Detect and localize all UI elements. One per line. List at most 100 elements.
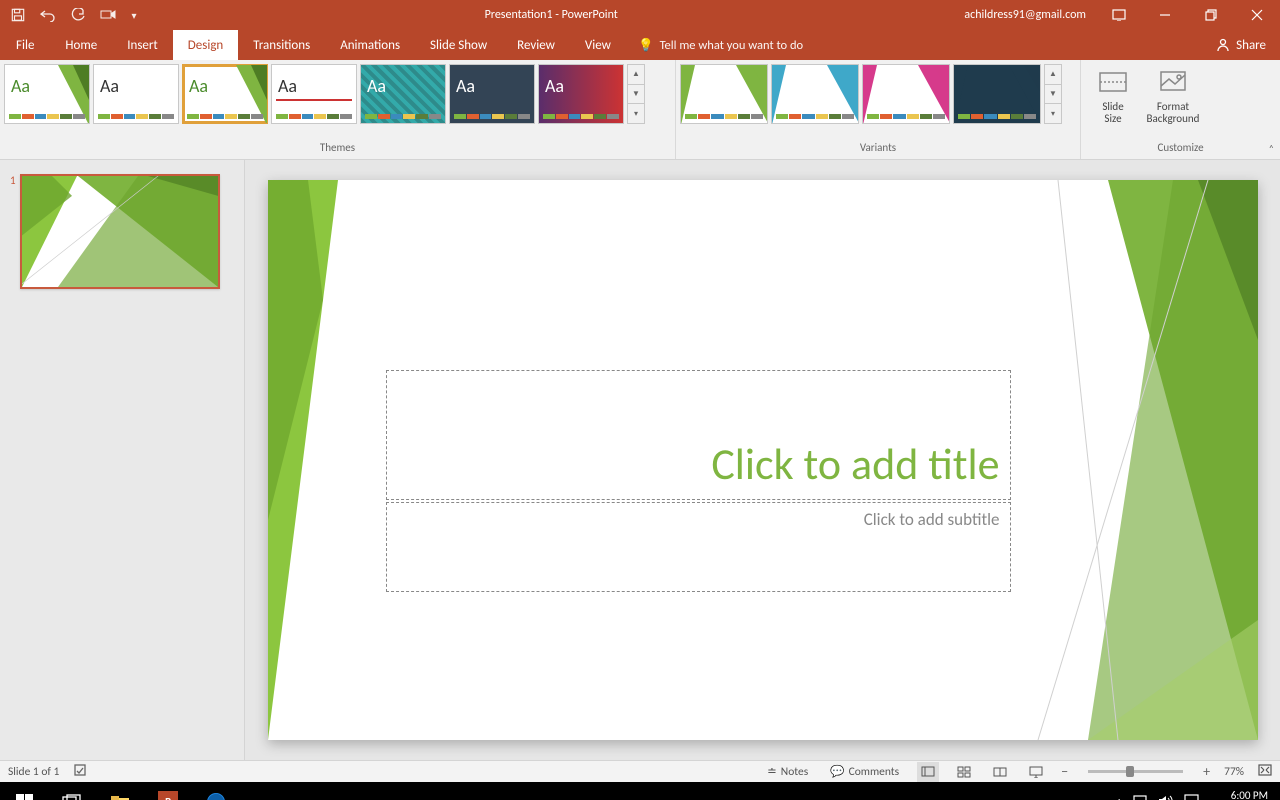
start-from-beginning-icon[interactable] [98, 5, 118, 25]
tab-review[interactable]: Review [502, 30, 570, 60]
thumbnail-1[interactable] [20, 174, 220, 289]
maximize-icon[interactable] [1188, 0, 1234, 30]
gallery-up-icon[interactable]: ▲ [1045, 65, 1061, 85]
variants-group-label: Variants [680, 141, 1076, 157]
thumbnail-1-wrap[interactable]: 1 [10, 174, 234, 289]
reading-view-icon[interactable] [989, 762, 1011, 782]
facet-deco-right [998, 180, 1258, 740]
facet-deco-left [268, 180, 388, 740]
notes-icon: ≐ [767, 764, 777, 779]
gallery-up-icon[interactable]: ▲ [628, 65, 644, 85]
theme-thumbnail[interactable]: Aa [182, 64, 268, 124]
themes-gallery-spinner[interactable]: ▲ ▼ ▾ [627, 64, 645, 124]
gallery-down-icon[interactable]: ▼ [1045, 85, 1061, 105]
zoom-slider[interactable] [1088, 770, 1183, 773]
gallery-more-icon[interactable]: ▾ [1045, 104, 1061, 123]
task-view-icon[interactable] [48, 782, 96, 800]
tab-file[interactable]: File [0, 30, 50, 60]
tab-transitions[interactable]: Transitions [238, 30, 325, 60]
title-right: achildress91@gmail.com [954, 0, 1280, 30]
tab-view[interactable]: View [570, 30, 626, 60]
theme-thumbnail[interactable]: Aa [360, 64, 446, 124]
facet-deco-right [20, 176, 218, 287]
tell-me-search[interactable]: 💡 Tell me what you want to do [626, 30, 815, 60]
variants-gallery [680, 64, 1041, 124]
subtitle-placeholder-text: Click to add subtitle [864, 509, 1000, 585]
system-tray: ˄ 6:00 PM 11/12/2016 [1117, 789, 1280, 800]
tray-overflow-icon[interactable]: ˄ [1117, 796, 1122, 800]
slide-sorter-view-icon[interactable] [953, 762, 975, 782]
lightbulb-icon: 💡 [638, 38, 654, 53]
subtitle-placeholder[interactable]: Click to add subtitle [386, 502, 1011, 592]
collapse-ribbon-icon[interactable]: ˄ [1269, 142, 1274, 155]
variants-gallery-spinner[interactable]: ▲ ▼ ▾ [1044, 64, 1062, 124]
account-name[interactable]: achildress91@gmail.com [954, 8, 1096, 22]
tell-me-label: Tell me what you want to do [660, 38, 804, 53]
theme-thumbnail[interactable]: Aa [93, 64, 179, 124]
format-background-label: Format Background [1147, 101, 1200, 125]
format-background-button[interactable]: Format Background [1143, 64, 1203, 125]
tab-insert[interactable]: Insert [112, 30, 173, 60]
normal-view-icon[interactable] [917, 762, 939, 782]
tab-design[interactable]: Design [173, 30, 238, 60]
status-bar: Slide 1 of 1 ≐ Notes 💬 Comments − + 77% [0, 760, 1280, 782]
volume-icon[interactable] [1158, 794, 1174, 800]
file-explorer-icon[interactable] [96, 782, 144, 800]
zoom-value[interactable]: 77% [1224, 765, 1244, 779]
notes-button[interactable]: ≐ Notes [763, 764, 812, 779]
slideshow-view-icon[interactable] [1025, 762, 1047, 782]
variant-thumbnail[interactable] [680, 64, 768, 124]
slide-count: Slide 1 of 1 [8, 765, 59, 779]
theme-thumbnail[interactable]: Aa [449, 64, 535, 124]
customize-group-label: Customize [1085, 141, 1276, 157]
themes-group-label: Themes [4, 141, 671, 157]
qat-customize-icon[interactable]: ▾ [128, 5, 140, 25]
theme-thumbnail[interactable]: Aa [271, 64, 357, 124]
variant-thumbnail[interactable] [862, 64, 950, 124]
themes-group: AaAaAaAaAaAaAaAa ▲ ▼ ▾ Themes [0, 60, 676, 159]
title-placeholder[interactable]: Click to add title [386, 370, 1011, 500]
comments-button[interactable]: 💬 Comments [826, 764, 903, 779]
powerpoint-taskbar-icon[interactable]: P [144, 782, 192, 800]
save-icon[interactable] [8, 5, 28, 25]
slide-canvas[interactable]: Click to add title Click to add subtitle [268, 180, 1258, 740]
windows-taskbar: P ˄ 6:00 PM 11/12/2016 [0, 782, 1280, 800]
share-button[interactable]: Share [1202, 30, 1280, 60]
taskbar-time: 6:00 PM [1215, 789, 1268, 800]
notes-label: Notes [781, 765, 808, 779]
format-background-icon [1157, 66, 1189, 98]
slide-size-button[interactable]: Slide Size [1089, 64, 1137, 125]
undo-icon[interactable] [38, 5, 58, 25]
close-icon[interactable] [1234, 0, 1280, 30]
tab-animations[interactable]: Animations [325, 30, 415, 60]
title-bar: ▾ Presentation1 - PowerPoint achildress9… [0, 0, 1280, 30]
redo-icon[interactable] [68, 5, 88, 25]
share-label: Share [1236, 38, 1266, 53]
gallery-more-icon[interactable]: ▾ [628, 104, 644, 123]
zoom-in-icon[interactable]: + [1203, 763, 1210, 780]
window-title: Presentation1 - PowerPoint [148, 8, 954, 22]
slide-editor: Click to add title Click to add subtitle [245, 160, 1280, 760]
thumbnail-number: 1 [10, 174, 16, 289]
spell-check-icon[interactable] [73, 763, 87, 781]
tab-slideshow[interactable]: Slide Show [415, 30, 502, 60]
minimize-icon[interactable] [1142, 0, 1188, 30]
ribbon-display-options-icon[interactable] [1096, 0, 1142, 30]
action-center-icon[interactable] [1184, 794, 1199, 800]
gallery-down-icon[interactable]: ▼ [628, 85, 644, 105]
fit-to-window-icon[interactable] [1258, 764, 1272, 780]
comments-label: Comments [849, 765, 900, 779]
taskbar-clock[interactable]: 6:00 PM 11/12/2016 [1209, 789, 1274, 800]
theme-thumbnail[interactable]: Aa [4, 64, 90, 124]
variant-thumbnail[interactable] [771, 64, 859, 124]
network-icon[interactable] [1132, 794, 1148, 800]
theme-thumbnail[interactable]: AaAa [538, 64, 624, 124]
edge-taskbar-icon[interactable] [192, 782, 240, 800]
ribbon-tabs: File Home Insert Design Transitions Anim… [0, 30, 1280, 60]
start-button[interactable] [0, 782, 48, 800]
ribbon-content: AaAaAaAaAaAaAaAa ▲ ▼ ▾ Themes ▲ ▼ ▾ Vari… [0, 60, 1280, 160]
variant-thumbnail[interactable] [953, 64, 1041, 124]
comments-icon: 💬 [830, 764, 844, 779]
tab-home[interactable]: Home [50, 30, 112, 60]
zoom-out-icon[interactable]: − [1061, 763, 1068, 780]
